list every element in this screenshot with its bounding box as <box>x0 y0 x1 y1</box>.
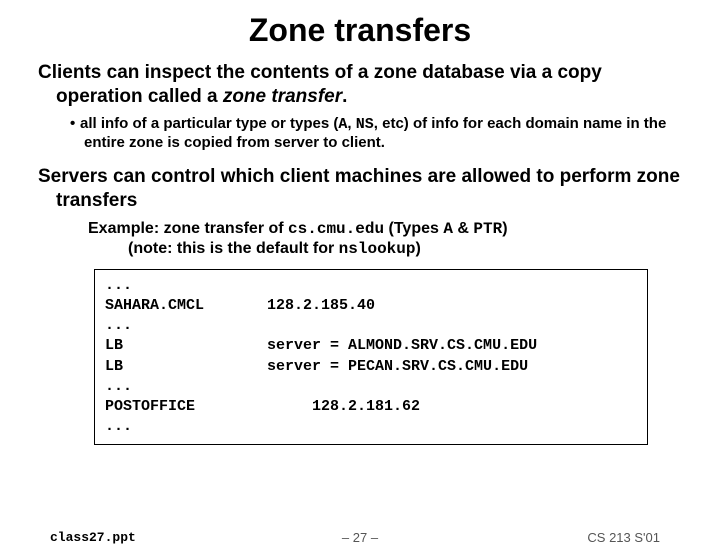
ex-domain: cs.cmu.edu <box>288 220 384 238</box>
ex-e: & <box>453 220 473 237</box>
zone-transfer-term: zone transfer <box>223 86 342 107</box>
bullet-all-info: •all info of a particular type or types … <box>70 115 682 154</box>
ex-type-ptr: PTR <box>473 220 502 238</box>
para-clients: Clients can inspect the contents of a zo… <box>38 61 682 109</box>
bullet-c: , <box>347 115 355 132</box>
ex-nslookup: nslookup <box>339 240 416 258</box>
example-line1: Example: zone transfer of cs.cmu.edu (Ty… <box>88 219 682 239</box>
ex-g: ) <box>502 220 507 237</box>
bullet-dot: • <box>70 115 80 134</box>
ex2-c: ) <box>415 240 420 257</box>
example-line2: (note: this is the default for nslookup) <box>128 239 682 259</box>
bullet-a: all info of a particular type or types ( <box>80 115 338 132</box>
example-block: Example: zone transfer of cs.cmu.edu (Ty… <box>88 219 682 259</box>
ex-type-a: A <box>443 220 453 238</box>
type-ns: NS <box>356 116 374 133</box>
slide-title: Zone transfers <box>38 12 682 49</box>
ex2-a: (note: this is the default for <box>128 240 339 257</box>
footer-course: CS 213 S'01 <box>587 530 660 545</box>
ex-a: Example: zone transfer of <box>88 220 288 237</box>
para-servers: Servers can control which client machine… <box>38 165 682 213</box>
ex-c: (Types <box>384 220 443 237</box>
para-clients-c: . <box>342 86 347 107</box>
code-box: ... SAHARA.CMCL 128.2.185.40 ... LB serv… <box>94 269 648 445</box>
slide: Zone transfers Clients can inspect the c… <box>0 0 720 540</box>
